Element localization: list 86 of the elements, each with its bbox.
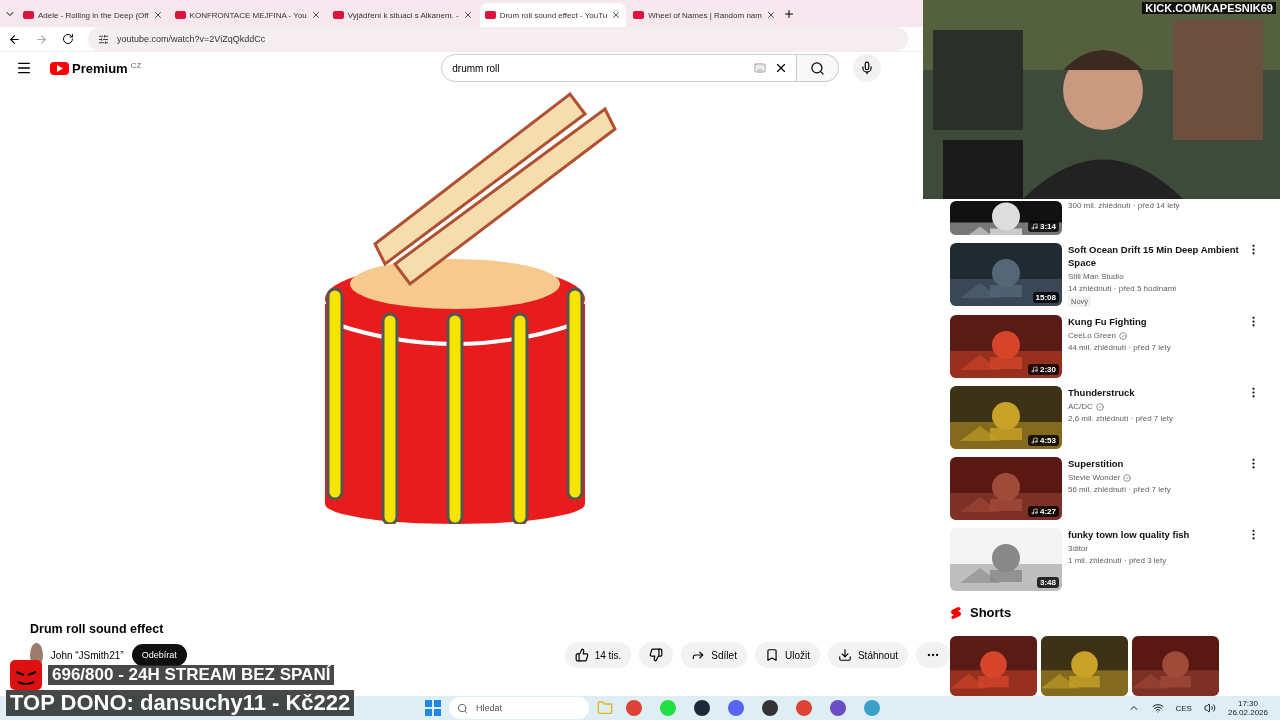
music-note-icon: [1031, 437, 1038, 444]
clock[interactable]: 17:30 26.02.2026: [1227, 699, 1268, 717]
related-video[interactable]: 3:48 funky town low quality fish 3ditor 1 mil. zhlédnutí · před 3 lety: [950, 528, 1260, 591]
video-meta: 2,6 mil. zhlédnutí · před 7 lety: [1068, 414, 1174, 423]
close-icon[interactable]: [310, 10, 321, 20]
music-note-icon: [1031, 508, 1038, 515]
site-icon: [633, 11, 645, 19]
music-note-icon: [1031, 366, 1038, 373]
related-video[interactable]: 4:27 Superstition Stevie Wonder 56 mil. zhlédnutí · před 7 lety: [950, 457, 1260, 520]
shorts-heading: Shorts: [970, 605, 1012, 620]
shorts-icon: [950, 605, 962, 620]
site-icon: [484, 11, 496, 19]
browser-tab[interactable]: Wheel of Names | Random nam: [628, 3, 781, 27]
search-button[interactable]: [797, 54, 840, 82]
share-button[interactable]: Sdílet: [681, 642, 747, 668]
video-title: Superstition: [1068, 457, 1125, 470]
bookmark-icon: [764, 648, 779, 662]
dislike-button[interactable]: [639, 642, 674, 668]
related-video[interactable]: 4:53 Thunderstruck AC/DC 2,6 mil. zhlédnutí · před 7 lety: [950, 386, 1260, 449]
download-button[interactable]: Stáhnout: [827, 642, 908, 668]
video-title: Thunderstruck: [1068, 386, 1136, 399]
channel-name: Still Man Studio: [1068, 272, 1125, 281]
browser-tab[interactable]: Adele - Rolling in the Deep (Off: [18, 3, 168, 27]
related-video[interactable]: 2:30 Kung Fu Fighting CeeLo Green 44 mil. zhlédnutí · před 7 lety: [950, 315, 1260, 378]
close-icon[interactable]: [152, 10, 163, 20]
close-icon[interactable]: [611, 10, 622, 20]
video-duration: 3:14: [1028, 221, 1059, 232]
top-donor: TOP DONO: dansuchy11 - Kč222: [6, 690, 355, 716]
channel-name: 3ditor: [1068, 544, 1089, 553]
channel-name: Stevie Wonder: [1068, 473, 1241, 482]
channel-name[interactable]: John “JSmith21”: [50, 649, 124, 661]
taskbar-search-field[interactable]: Hledat: [449, 697, 589, 719]
close-icon[interactable]: [765, 10, 776, 20]
logo[interactable]: Premium CZ: [50, 60, 142, 76]
thumbs-down-icon: [649, 648, 664, 662]
download-icon: [837, 648, 852, 662]
close-icon[interactable]: [462, 10, 473, 20]
video-title: funky town low quality fish: [1068, 528, 1191, 541]
thumbs-up-icon: [574, 648, 589, 662]
address-field[interactable]: youtube.com/watch?v=2ViZqQkddCc: [88, 27, 908, 51]
video-duration: 3:48: [1037, 577, 1059, 588]
app-icon[interactable]: [762, 700, 778, 716]
volume-icon[interactable]: [1203, 702, 1216, 714]
site-icon: [23, 11, 34, 19]
verified-icon: [1119, 331, 1128, 340]
channel-name: CeeLo Green: [1068, 331, 1241, 340]
save-button[interactable]: Uložit: [754, 642, 820, 668]
video-title: Soft Ocean Drift 15 Min Deep Ambient Space: [1068, 243, 1240, 269]
wifi-icon[interactable]: [1151, 702, 1164, 714]
microphone-button[interactable]: [853, 54, 882, 82]
video-duration: 2:30: [1028, 364, 1059, 375]
back-icon[interactable]: [8, 32, 21, 46]
arrow-icon: [691, 648, 706, 662]
channel-name: AC/DC: [1068, 402, 1241, 411]
video-duration: 4:27: [1028, 506, 1059, 517]
stream-goal: 696/800 - 24H STREAM BEZ SPANÍ: [48, 665, 335, 685]
like-button[interactable]: 14 tis.: [564, 642, 632, 668]
search-icon: [457, 702, 468, 714]
video-duration: 4:53: [1028, 435, 1059, 446]
video-meta: 300 mil. zhlédnutí · před 14 lety: [1068, 201, 1181, 210]
app-icon[interactable]: [694, 700, 710, 716]
browser-tab[interactable]: KONFRONTACE MEJFINA - You: [169, 3, 326, 27]
video-meta: 44 mil. zhlédnutí · před 7 lety: [1068, 343, 1172, 352]
language-indicator[interactable]: CES: [1175, 703, 1192, 713]
browser-tab[interactable]: Drum roll sound effect - YouTu: [479, 3, 627, 27]
verified-icon: [1123, 473, 1132, 482]
site-icon: [332, 11, 344, 19]
microphone-icon: [860, 61, 875, 75]
video-duration: 15:08: [1032, 292, 1059, 303]
music-note-icon: [1031, 223, 1038, 230]
devil-mascot-icon: [8, 658, 44, 692]
menu-icon[interactable]: [16, 60, 32, 76]
video-meta: 14 zhlédnutí · před 5 hodinami: [1068, 284, 1178, 293]
site-icon: [174, 11, 186, 19]
start-icon[interactable]: [425, 700, 441, 716]
reload-icon[interactable]: [62, 33, 74, 45]
video-meta: 56 mil. zhlédnutí · před 7 lety: [1068, 485, 1172, 494]
subscribe-button[interactable]: Odebírat: [131, 644, 187, 666]
site-settings-icon[interactable]: [98, 33, 109, 45]
video-meta: 1 mil. zhlédnutí · před 3 lety: [1068, 556, 1168, 565]
video-title: Drum roll sound effect: [29, 621, 165, 636]
new-tab-icon[interactable]: [782, 7, 795, 20]
browser-tab[interactable]: Vyjádření k situaci s Alkanem. -: [327, 3, 478, 27]
search-icon: [810, 60, 826, 76]
verified-icon: [1095, 402, 1104, 411]
video-title: Kung Fu Fighting: [1068, 315, 1148, 328]
